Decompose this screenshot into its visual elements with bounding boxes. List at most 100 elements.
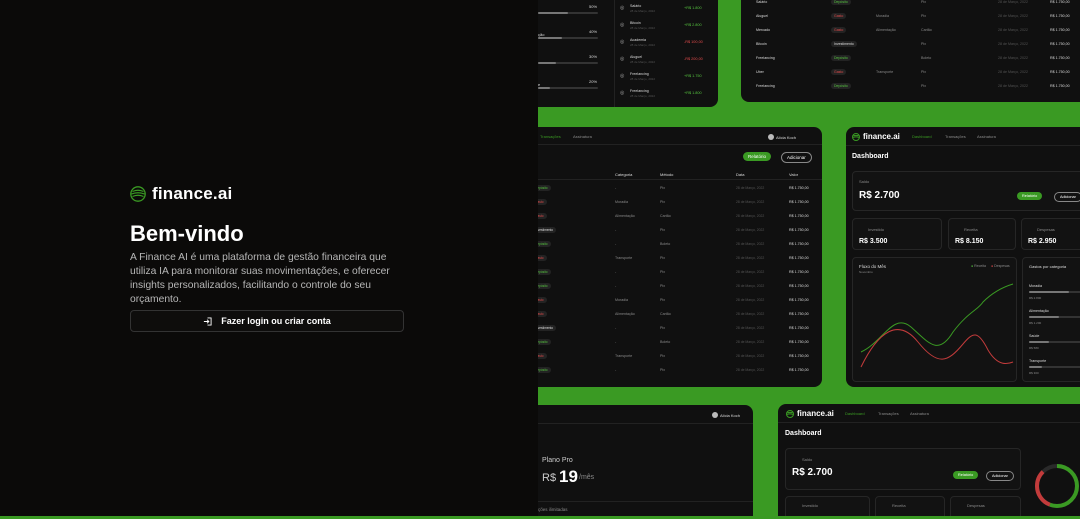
- row-value: R$ 1.750,00: [789, 298, 809, 302]
- preview-panel-dashboard: finance.ai Dashboard Transações Assinatu…: [846, 127, 1080, 387]
- row-category: -: [615, 340, 617, 344]
- row-value: R$ 1.750,00: [789, 284, 809, 288]
- col-category: Categoria: [615, 172, 633, 177]
- avatar-icon: [768, 134, 774, 140]
- preview-panel-transactions: Transações Assinatura Alícia Koch Relató…: [538, 127, 822, 387]
- col-value: Valor: [789, 172, 799, 177]
- category-name: Transporte: [1029, 359, 1047, 363]
- row-name: Bitcoin: [756, 42, 767, 46]
- dash-logo: finance.ai: [852, 132, 900, 141]
- add-transaction-button: Adicionar: [1054, 192, 1080, 202]
- row-name: Uber: [756, 70, 764, 74]
- row-method: Cartão: [660, 312, 671, 316]
- expenses-value: R$ 2.950: [1028, 238, 1057, 245]
- row-category: -: [615, 284, 617, 288]
- category-name: Saúde: [1029, 334, 1040, 338]
- row-method: Boleto: [660, 340, 671, 344]
- type-badge: Depósito: [831, 55, 851, 61]
- row-name: Freelancing: [756, 84, 775, 88]
- transaction-name: Salário: [630, 4, 642, 8]
- row-date: 28 de Março, 2022: [736, 242, 765, 246]
- finance-logo-icon: [786, 409, 794, 418]
- row-date: 28 de Março, 2022: [736, 256, 765, 260]
- row-date: 28 de Março, 2022: [998, 70, 1028, 74]
- legend-expense-label: Despesas: [994, 264, 1010, 268]
- row-date: 28 de Março, 2022: [736, 270, 765, 274]
- transaction-name: Aluguel: [630, 55, 642, 59]
- avatar-icon: [712, 412, 718, 418]
- reports-button: Relatório: [743, 152, 772, 161]
- transaction-date: 28 de Março, 2022: [630, 9, 656, 13]
- tab-subscription: Assinatura: [977, 134, 996, 139]
- expenses-label: Despesas: [1037, 227, 1055, 232]
- preview-panel-recent: 50% ção 40% 30% e 20% ◎ Salário 28 de Março, 20…: [538, 0, 718, 107]
- header-divider: [538, 179, 822, 180]
- row-method: Pix: [921, 70, 926, 74]
- row-value: R$ 1.750,00: [789, 256, 809, 260]
- row-category: Transporte: [615, 256, 633, 260]
- row-method: Cartão: [921, 28, 932, 32]
- preview-panel-dashboard-2: finance.ai Dashboard Transações Assinatu…: [778, 404, 1080, 519]
- row-name: Aluguel: [756, 14, 768, 18]
- transaction-amount: +R$ 1.750: [684, 74, 702, 78]
- welcome-section: finance.ai Bem-vindo A Finance AI é uma …: [0, 0, 538, 519]
- donut-chart: [1035, 464, 1079, 508]
- type-badge: Investimento: [538, 227, 557, 233]
- row-method: Cartão: [660, 214, 671, 218]
- tab-transactions: Transações: [540, 134, 561, 139]
- row-category: -: [615, 270, 617, 274]
- category-title: Gastos por categoria: [1029, 264, 1067, 269]
- category-bar: [1029, 341, 1080, 343]
- row-method: Pix: [921, 42, 926, 46]
- transaction-amount: +R$ 2.800: [684, 23, 702, 27]
- category-amount: R$ 300: [1029, 371, 1039, 375]
- progress-fill: [538, 87, 550, 89]
- plan-name: Plano Pro: [542, 457, 573, 464]
- type-badge: Depósito: [538, 241, 551, 247]
- finance-logo-icon: [852, 132, 860, 141]
- flow-title: Fluxo do Mês: [859, 264, 887, 269]
- dash-brand: finance.ai: [797, 409, 834, 418]
- row-method: Pix: [660, 200, 665, 204]
- row-category: Transporte: [615, 354, 633, 358]
- row-value: R$ 1.750,00: [789, 340, 809, 344]
- plan-period: /mês: [579, 474, 595, 481]
- row-date: 28 de Março, 2022: [736, 312, 765, 316]
- transaction-name: Academia: [630, 38, 646, 42]
- transaction-icon: ◎: [620, 56, 625, 62]
- balance-label: Saldo: [859, 179, 870, 184]
- brand-name: finance.ai: [152, 184, 233, 203]
- tab-transactions: Transações: [878, 411, 899, 416]
- balance-value: R$ 2.700: [792, 467, 833, 478]
- login-button[interactable]: Fazer login ou criar conta: [130, 310, 404, 332]
- row-value: R$ 1.750,00: [789, 368, 809, 372]
- row-date: 28 de Março, 2022: [998, 14, 1028, 18]
- row-category: -: [615, 326, 617, 330]
- row-date: 28 de Março, 2022: [736, 298, 765, 302]
- transaction-amount: -R$ 100,00: [684, 40, 703, 44]
- row-category: -: [615, 228, 617, 232]
- product-preview: 50% ção 40% 30% e 20% ◎ Salário 28 de Março, 20…: [538, 0, 1080, 519]
- type-badge: Depósito: [538, 283, 551, 289]
- invested-label: Investido: [802, 503, 819, 508]
- row-method: Pix: [660, 284, 665, 288]
- login-button-label: Fazer login ou criar conta: [221, 316, 331, 326]
- invested-card: Investido R$ 3.500: [852, 218, 942, 250]
- row-value: R$ 1.750,00: [1050, 42, 1070, 46]
- category-card: Gastos por categoria Moradia R$ 2.800 Alim…: [1022, 257, 1080, 382]
- user-name: Alícia Koch: [776, 134, 797, 140]
- category-amount: R$ 580: [1029, 346, 1039, 350]
- legend-income: ● Receita: [971, 264, 986, 268]
- tab-dashboard: Dashboard: [912, 134, 932, 139]
- tab-subscription: Assinatura: [573, 134, 592, 139]
- brand-logo: finance.ai: [130, 184, 232, 204]
- type-badge: Gasto: [538, 255, 547, 261]
- plan-price: 19: [559, 467, 578, 486]
- flow-chart-card: Fluxo do Mês Novembro ● Receita ● Despes…: [852, 257, 1017, 382]
- type-badge: Gasto: [831, 69, 847, 75]
- row-method: Pix: [660, 368, 665, 372]
- row-date: 28 de Março, 2022: [998, 56, 1028, 60]
- transaction-date: 28 de Março, 2022: [630, 43, 656, 47]
- row-method: Pix: [660, 270, 665, 274]
- row-date: 28 de Março, 2022: [736, 228, 765, 232]
